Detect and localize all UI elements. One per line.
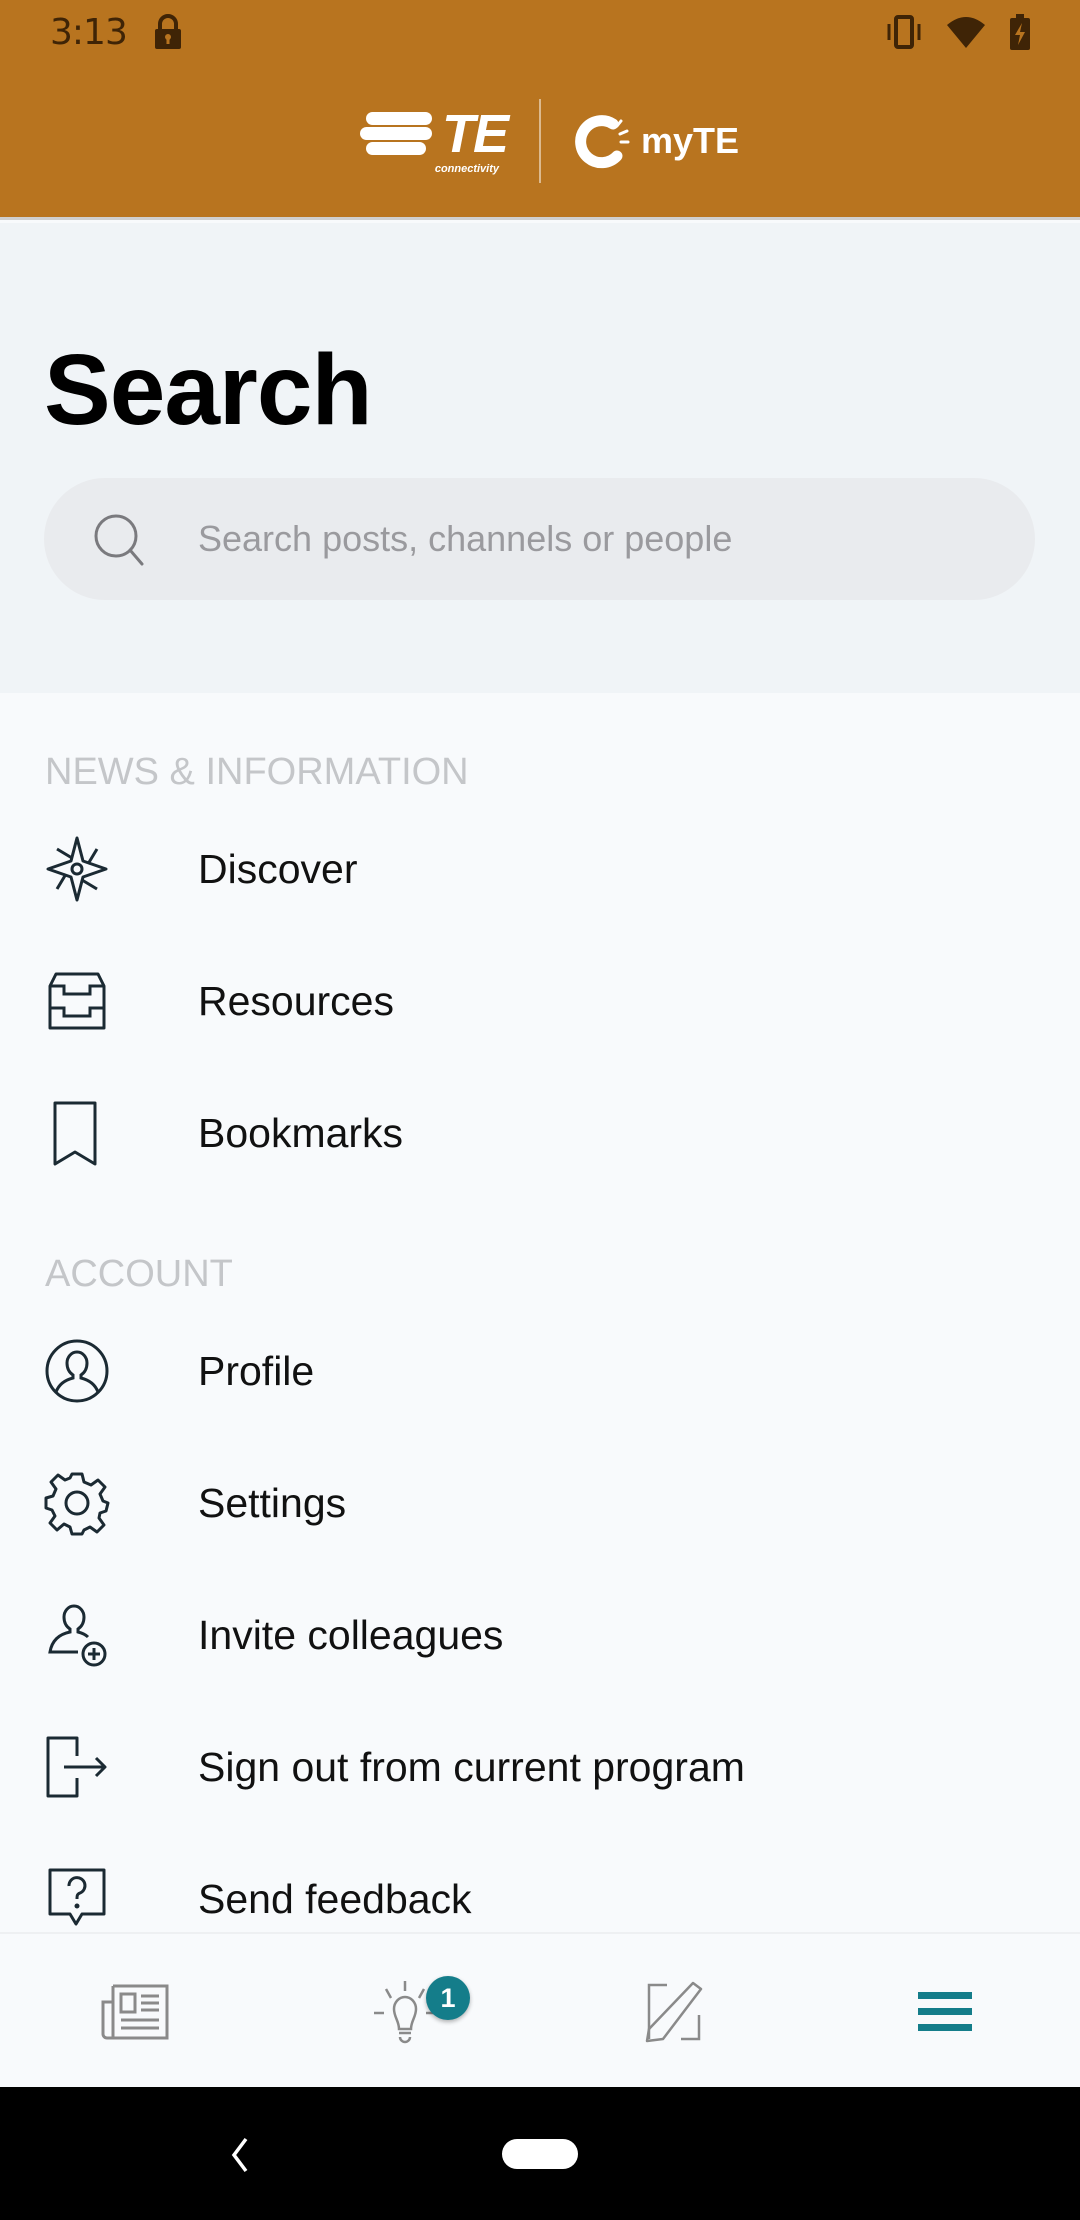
menu-item-invite-colleagues[interactable]: Invite colleagues bbox=[0, 1580, 1080, 1690]
myte-logo: myTE bbox=[573, 112, 739, 170]
user-plus-icon bbox=[48, 1604, 107, 1667]
te-logo-text: TE bbox=[442, 104, 509, 164]
lock-icon bbox=[155, 14, 181, 49]
vibrate-icon bbox=[887, 15, 921, 49]
myte-logo-text: myTE bbox=[641, 120, 740, 161]
search-section: Search bbox=[0, 223, 1080, 693]
user-circle-icon bbox=[45, 1339, 109, 1403]
compass-star-icon bbox=[46, 836, 108, 902]
edit-pencil-icon bbox=[645, 1981, 703, 2042]
search-bar[interactable] bbox=[44, 478, 1035, 600]
system-nav-bar bbox=[0, 2087, 1080, 2220]
menu-item-resources[interactable]: Resources bbox=[0, 946, 1080, 1056]
menu-item-label: Sign out from current program bbox=[198, 1743, 745, 1790]
nav-tab-news[interactable] bbox=[0, 1934, 270, 2089]
menu-item-sign-out[interactable]: Sign out from current program bbox=[0, 1712, 1080, 1822]
back-icon[interactable] bbox=[228, 2135, 252, 2175]
te-connectivity-logo: TE connectivity bbox=[360, 104, 509, 175]
bookmark-icon bbox=[53, 1101, 97, 1166]
menu-item-label: Send feedback bbox=[198, 1875, 472, 1922]
nav-tab-menu[interactable] bbox=[810, 1934, 1080, 2089]
nav-tab-compose[interactable] bbox=[540, 1934, 810, 2089]
page-title: Search bbox=[44, 334, 373, 446]
myte-logo-icon bbox=[575, 115, 630, 169]
te-logo-subtext: connectivity bbox=[434, 163, 500, 175]
battery-charging-icon bbox=[1010, 14, 1030, 50]
search-icon bbox=[94, 514, 144, 566]
menu-item-label: Discover bbox=[198, 845, 358, 892]
menu-item-label: Profile bbox=[198, 1347, 315, 1394]
home-button[interactable] bbox=[502, 2139, 578, 2169]
gear-icon bbox=[44, 1472, 110, 1536]
menu-item-label: Settings bbox=[198, 1479, 347, 1526]
archive-box-icon bbox=[48, 972, 106, 1030]
sign-out-icon bbox=[46, 1736, 107, 1798]
menu-item-label: Invite colleagues bbox=[198, 1611, 504, 1658]
feedback-question-icon bbox=[48, 1868, 106, 1926]
search-input[interactable] bbox=[198, 478, 998, 600]
hamburger-menu-icon bbox=[918, 1991, 972, 2031]
wifi-icon bbox=[947, 17, 985, 48]
menu-item-label: Bookmarks bbox=[198, 1109, 404, 1156]
menu-item-settings[interactable]: Settings bbox=[0, 1448, 1080, 1558]
menu-item-bookmarks[interactable]: Bookmarks bbox=[0, 1078, 1080, 1188]
status-time: 3:13 bbox=[50, 12, 128, 53]
te-logo-bars bbox=[360, 110, 438, 158]
notification-badge: 1 bbox=[426, 1976, 470, 2020]
brand-logos: TE connectivity myTE bbox=[360, 96, 739, 186]
app-header: TE connectivity myTE bbox=[0, 66, 1080, 220]
menu-item-profile[interactable]: Profile bbox=[0, 1316, 1080, 1426]
status-bar: 3:13 bbox=[0, 0, 1080, 66]
menu-item-discover[interactable]: Discover bbox=[0, 814, 1080, 924]
section-header-account: ACCOUNT bbox=[45, 1253, 233, 1295]
logo-divider bbox=[539, 99, 542, 183]
newspaper-icon bbox=[101, 1984, 169, 2039]
menu-item-label: Resources bbox=[198, 977, 394, 1024]
bottom-nav: 1 bbox=[0, 1932, 1080, 2087]
nav-tab-ideas[interactable]: 1 bbox=[270, 1934, 540, 2089]
section-header-news: NEWS & INFORMATION bbox=[45, 751, 469, 793]
status-icons bbox=[884, 14, 1032, 50]
